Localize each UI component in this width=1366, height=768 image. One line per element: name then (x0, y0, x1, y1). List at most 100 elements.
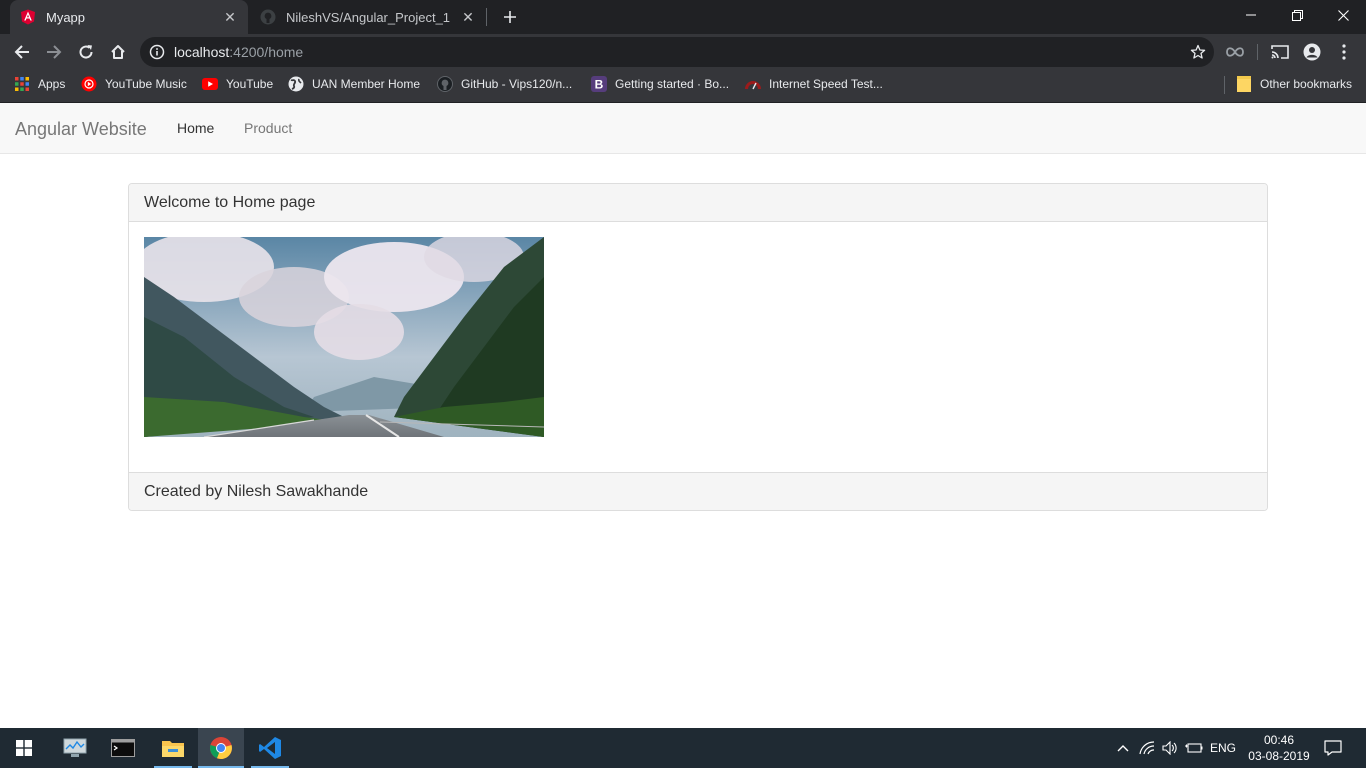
windows-logo-icon (16, 740, 32, 756)
cast-icon (1271, 45, 1289, 59)
speedometer-icon (745, 76, 761, 92)
apps-grid-icon (14, 76, 30, 92)
account-icon (1303, 43, 1321, 61)
wifi-icon (1139, 741, 1155, 755)
more-vert-icon (1342, 44, 1346, 60)
arrow-left-icon (14, 45, 29, 59)
restore-button[interactable] (1274, 0, 1320, 30)
close-window-button[interactable] (1320, 0, 1366, 30)
clock-time: 00:46 (1263, 733, 1295, 747)
home-panel: Welcome to Home page Created by Nilesh S… (128, 183, 1268, 511)
browser-tab-strip: Myapp ✕ NileshVS/Angular_Project_1 ✕ (0, 0, 1366, 34)
volume-button[interactable] (1159, 728, 1181, 768)
action-center-button[interactable] (1318, 728, 1348, 768)
terminal-icon (111, 739, 135, 757)
system-clock[interactable]: 00:46 03-08-2019 (1244, 732, 1314, 764)
bookmark-label: GitHub - Vips120/n... (461, 77, 573, 91)
angular-icon (20, 9, 36, 25)
bookmark-bootstrap[interactable]: B Getting started · Bo... (591, 70, 729, 98)
performance-monitor-icon (63, 738, 87, 757)
cast-button[interactable] (1266, 38, 1294, 66)
arrow-right-icon (47, 45, 62, 59)
youtube-music-icon (81, 76, 97, 92)
vscode-icon (259, 737, 281, 759)
taskbar-app-monitor[interactable] (52, 728, 98, 768)
nav-link-home[interactable]: Home (177, 120, 214, 136)
menu-button[interactable] (1330, 38, 1358, 66)
folder-icon (162, 741, 184, 757)
panel-footer: Created by Nilesh Sawakhande (129, 472, 1267, 510)
bookmark-label: Getting started · Bo... (615, 77, 730, 91)
input-language[interactable]: ENG (1208, 728, 1238, 768)
home-icon (111, 45, 125, 59)
reload-button[interactable] (72, 38, 100, 66)
clock-date: 03-08-2019 (1248, 749, 1310, 763)
url-path: :4200/home (229, 44, 304, 60)
info-icon[interactable] (140, 44, 174, 60)
plus-icon (504, 11, 516, 23)
battery-icon (1185, 743, 1203, 753)
forward-button[interactable] (40, 38, 68, 66)
show-hidden-icons-button[interactable] (1112, 728, 1134, 768)
bookmark-label: UAN Member Home (312, 77, 421, 91)
close-icon[interactable]: ✕ (460, 9, 476, 25)
bookmark-star-icon[interactable] (1182, 44, 1214, 60)
taskbar-app-terminal[interactable] (100, 728, 146, 768)
reload-icon (79, 45, 93, 59)
chrome-icon (210, 737, 232, 760)
bookmark-label: YouTube (226, 77, 274, 91)
nav-link-product[interactable]: Product (244, 120, 292, 136)
taskbar-app-file-explorer[interactable] (150, 728, 196, 768)
browser-toolbar: localhost:4200/home (0, 34, 1366, 70)
battery-button[interactable] (1183, 728, 1205, 768)
profile-button[interactable] (1298, 38, 1326, 66)
panel-heading: Welcome to Home page (129, 184, 1267, 222)
url-host: localhost (174, 44, 230, 60)
bookmark-other[interactable]: Other bookmarks (1236, 70, 1352, 98)
tab-title: Myapp (46, 9, 86, 25)
close-icon (1337, 9, 1349, 21)
youtube-icon (202, 76, 218, 92)
bookmark-apps[interactable]: Apps (14, 70, 65, 98)
bookmark-label: Apps (38, 77, 66, 91)
windows-taskbar: ENG 00:46 03-08-2019 (0, 728, 1366, 768)
chevron-up-icon (1117, 745, 1129, 752)
tab-divider (486, 8, 487, 26)
taskbar-app-vscode[interactable] (247, 728, 293, 768)
tab-myapp[interactable]: Myapp ✕ (10, 0, 248, 34)
address-bar[interactable]: localhost:4200/home (140, 37, 1214, 67)
minimize-button[interactable] (1228, 0, 1274, 30)
bookmark-youtube[interactable]: YouTube (202, 70, 273, 98)
landscape-image (144, 237, 544, 437)
svg-text:B: B (595, 78, 604, 92)
home-button[interactable] (104, 38, 132, 66)
bookmark-uan[interactable]: UAN Member Home (288, 70, 420, 98)
new-tab-button[interactable] (499, 6, 521, 28)
github-icon (260, 9, 276, 25)
bookmark-github[interactable]: GitHub - Vips120/n... (437, 70, 572, 98)
taskbar-app-chrome[interactable] (198, 728, 244, 768)
globe-icon (288, 76, 304, 92)
github-icon (437, 76, 453, 92)
tab-github-project[interactable]: NileshVS/Angular_Project_1 ✕ (250, 0, 486, 34)
bookmark-youtube-music[interactable]: YouTube Music (81, 70, 187, 98)
notification-icon (1324, 740, 1342, 756)
start-button[interactable] (1, 728, 47, 768)
toolbar-divider (1257, 44, 1258, 60)
back-button[interactable] (8, 38, 36, 66)
bookmarks-divider (1224, 76, 1225, 94)
close-icon[interactable]: ✕ (222, 9, 238, 25)
network-button[interactable] (1136, 728, 1158, 768)
bookmark-label: Internet Speed Test... (769, 77, 883, 91)
bookmark-label: Other bookmarks (1260, 77, 1353, 91)
extension-button[interactable] (1221, 38, 1249, 66)
restore-icon (1291, 9, 1303, 21)
bookmarks-bar: Apps YouTube Music YouTube UAN Member Ho… (0, 70, 1366, 103)
infinity-icon (1226, 47, 1244, 57)
site-brand[interactable]: Angular Website (15, 119, 147, 140)
web-page: Angular Website Home Product Welcome to … (0, 103, 1366, 728)
url-text: localhost:4200/home (174, 44, 1182, 60)
speaker-icon (1162, 741, 1177, 755)
tab-title: NileshVS/Angular_Project_1 (286, 9, 451, 25)
bookmark-speedtest[interactable]: Internet Speed Test... (745, 70, 883, 98)
